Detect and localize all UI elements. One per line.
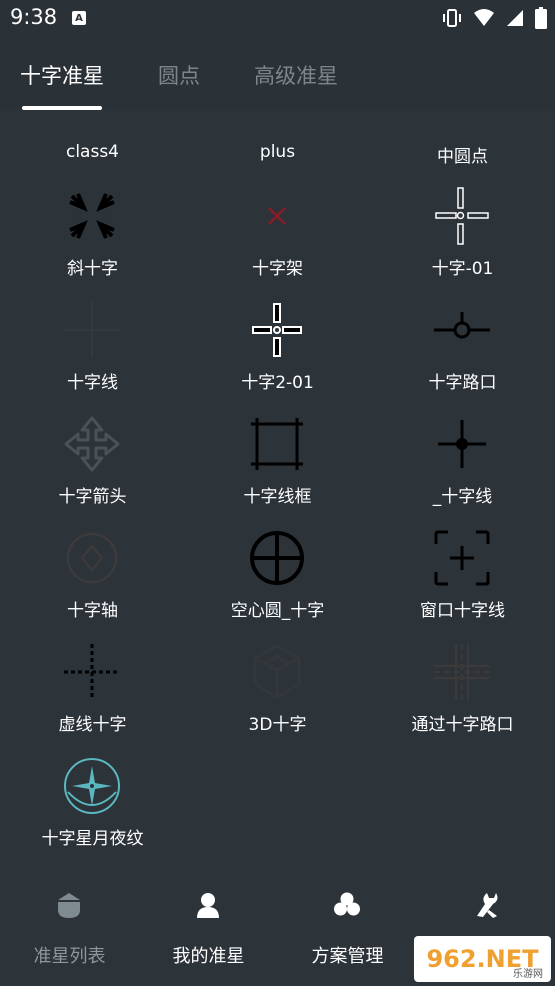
cross-arrow-icon	[64, 416, 120, 472]
nav-label: 我的准星	[172, 946, 245, 967]
battery-icon	[535, 7, 547, 29]
nav-crosshair-list[interactable]: 准星列表	[0, 876, 139, 986]
status-time: 9:38	[10, 5, 58, 29]
signal-icon	[507, 10, 523, 26]
cross-axis-icon	[66, 532, 118, 584]
notification-app-icon: A	[72, 11, 86, 25]
small-x-icon	[268, 207, 286, 225]
crosshair-label: 中圆点	[437, 147, 488, 167]
crosshair-item[interactable]: 十字2-01	[185, 300, 370, 414]
dashed-cross-icon	[64, 644, 120, 700]
star-moon-icon	[64, 758, 120, 814]
cross-2-01-icon	[252, 303, 302, 357]
crosshair-item[interactable]: 十字路口	[370, 300, 555, 414]
crosshair-label: 空心圆_十字	[230, 601, 325, 621]
dot-crosshair-icon	[438, 420, 486, 468]
diagonal-cross-icon	[69, 193, 115, 239]
crosshair-item[interactable]: 十字架	[185, 186, 370, 300]
status-bar: 9:38 A	[0, 0, 555, 38]
crosshair-item[interactable]: 斜十字	[0, 186, 185, 300]
watermark-subtext: 乐游网	[513, 969, 543, 980]
cross-01-icon	[435, 187, 489, 245]
crosshair-item[interactable]: 通过十字路口	[370, 642, 555, 756]
crosshair-label: 斜十字	[67, 259, 118, 279]
crosshair-item[interactable]: 窗口十字线	[370, 528, 555, 642]
crosshair-list-icon	[58, 893, 80, 918]
wifi-icon	[474, 9, 494, 26]
crosshair-label: 十字-01	[431, 259, 494, 279]
crosshair-item[interactable]: 十字箭头	[0, 414, 185, 528]
crosshair-label: 十字线	[67, 373, 118, 393]
club-icon	[334, 892, 360, 916]
crosshair-label: class4	[65, 142, 120, 162]
3d-cube-icon	[253, 644, 301, 700]
crosshair-frame-icon	[251, 418, 303, 470]
tab-crosshair[interactable]: 十字准星	[20, 60, 104, 90]
crosshair-item[interactable]: _十字线	[370, 414, 555, 528]
nav-label: 准星列表	[33, 946, 106, 967]
hollow-circle-cross-icon	[250, 531, 304, 585]
nav-my-crosshair[interactable]: 我的准星	[139, 876, 278, 986]
crosshair-item[interactable]: 十字星月夜纹	[0, 756, 185, 870]
crosshair-label: 十字2-01	[241, 373, 314, 393]
tab-advanced-crosshair[interactable]: 高级准星	[254, 60, 338, 90]
status-icons	[441, 7, 547, 29]
crosshair-item[interactable]: 空心圆_十字	[185, 528, 370, 642]
crosshair-label: _十字线	[432, 487, 493, 507]
crosshair-item[interactable]: 3D十字	[185, 642, 370, 756]
crosshair-label: 窗口十字线	[420, 601, 505, 621]
vibrate-icon	[443, 9, 461, 27]
crosshair-label: 通过十字路口	[411, 715, 514, 735]
crosshair-label: 十字轴	[67, 601, 118, 621]
crosshair-label: 十字路口	[428, 373, 497, 393]
crosshair-label: 十字线框	[243, 487, 312, 507]
user-icon	[197, 893, 219, 918]
watermark-logo: 962.NET 乐游网	[414, 936, 551, 982]
crosshair-label: 十字架	[252, 259, 303, 279]
crosshair-item[interactable]: 十字线框	[185, 414, 370, 528]
crosshair-item[interactable]: class4	[0, 110, 185, 164]
thin-crosshair-icon	[64, 302, 120, 358]
crosshair-item[interactable]: plus	[185, 110, 370, 164]
tab-bar: 十字准星 圆点 高级准星	[0, 38, 555, 110]
crosshair-grid: class4 plus 中圆点 斜十字 十字架 十字-01 十字线 十字2-01…	[0, 110, 555, 870]
window-crosshair-icon	[434, 530, 490, 586]
crossroad-icon	[434, 312, 490, 339]
wrench-icon	[477, 893, 498, 918]
crosshair-item[interactable]: 中圆点	[370, 110, 555, 167]
crosshair-label: 十字星月夜纹	[41, 829, 144, 849]
crosshair-label: 虚线十字	[58, 715, 127, 735]
crosshair-item[interactable]: 十字轴	[0, 528, 185, 642]
crosshair-label: 十字箭头	[58, 487, 127, 507]
crosshair-item[interactable]: 十字线	[0, 300, 185, 414]
crosshair-item[interactable]: 十字-01	[370, 186, 555, 300]
crosshair-label: plus	[259, 142, 296, 162]
nav-scheme-management[interactable]: 方案管理	[278, 876, 417, 986]
crosshair-item[interactable]: 虚线十字	[0, 642, 185, 756]
tab-dot[interactable]: 圆点	[158, 60, 200, 90]
pass-crossroad-icon	[434, 644, 490, 700]
nav-label: 方案管理	[311, 946, 384, 967]
crosshair-label: 3D十字	[248, 715, 307, 735]
